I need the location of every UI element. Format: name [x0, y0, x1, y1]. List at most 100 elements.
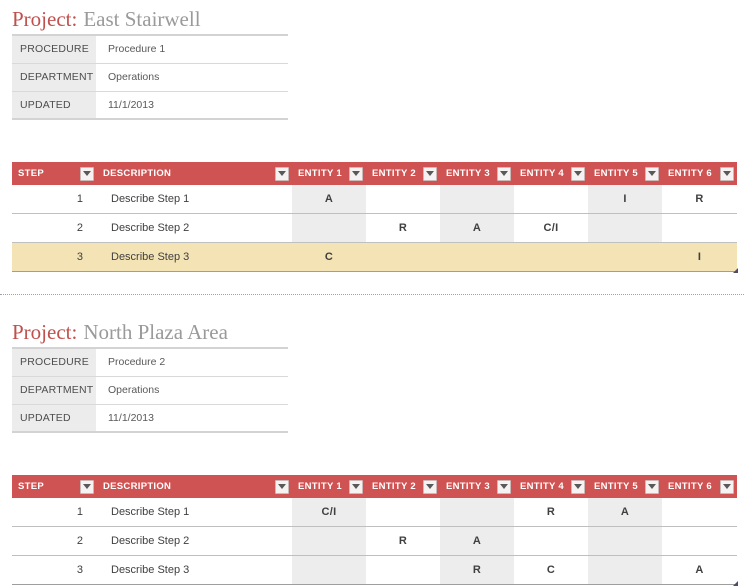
chevron-down-icon[interactable] [275, 479, 289, 494]
info-value-procedure-2[interactable]: Procedure 2 [96, 348, 288, 377]
cell-entity-6[interactable] [662, 526, 737, 556]
info-value-procedure-1[interactable]: Procedure 1 [96, 35, 288, 64]
cell-entity-3[interactable] [440, 498, 514, 527]
cell-entity-4[interactable] [514, 526, 588, 556]
column-header-description-2[interactable]: DESCRIPTION [97, 475, 292, 498]
cell-step[interactable]: 2 [12, 213, 97, 243]
cell-step[interactable]: 3 [12, 555, 97, 585]
chevron-down-icon[interactable] [349, 166, 363, 181]
cell-entity-5[interactable]: A [588, 498, 662, 527]
chevron-down-icon[interactable] [497, 479, 511, 494]
column-header-entity-6-2[interactable]: ENTITY 6 [662, 475, 737, 498]
cell-entity-1[interactable]: C/I [292, 498, 366, 527]
info-value-department-1[interactable]: Operations [96, 63, 288, 92]
cell-entity-4[interactable]: R [514, 498, 588, 527]
cell-entity-1[interactable] [292, 213, 366, 243]
project-value-2[interactable]: North Plaza Area [77, 320, 228, 344]
column-header-entity-6-1[interactable]: ENTITY 6 [662, 162, 737, 185]
cell-entity-5[interactable] [588, 213, 662, 243]
chevron-down-icon[interactable] [645, 166, 659, 181]
cell-entity-6[interactable]: I [662, 242, 737, 272]
cell-entity-1[interactable]: A [292, 185, 366, 214]
table-row-highlighted[interactable]: 3 Describe Step 3 C I [12, 242, 737, 272]
column-header-entity-1-2[interactable]: ENTITY 1 [292, 475, 366, 498]
chevron-down-icon[interactable] [720, 166, 734, 181]
cell-entity-5[interactable]: I [588, 185, 662, 214]
column-header-entity-1-1[interactable]: ENTITY 1 [292, 162, 366, 185]
info-row: DEPARTMENT Operations [12, 63, 288, 92]
cell-entity-6[interactable]: A [662, 555, 737, 585]
table-row[interactable]: 1 Describe Step 1 C/I R A [12, 498, 737, 527]
cell-entity-1[interactable] [292, 526, 366, 556]
cell-entity-1[interactable]: C [292, 242, 366, 272]
column-header-entity-4-1[interactable]: ENTITY 4 [514, 162, 588, 185]
column-header-entity-4-2[interactable]: ENTITY 4 [514, 475, 588, 498]
section-gap-2 [0, 433, 744, 475]
cell-description[interactable]: Describe Step 1 [97, 185, 292, 214]
cell-description[interactable]: Describe Step 2 [97, 526, 292, 556]
cell-description[interactable]: Describe Step 1 [97, 498, 292, 527]
info-value-updated-1[interactable]: 11/1/2013 [96, 91, 288, 120]
cell-step[interactable]: 1 [12, 498, 97, 527]
cell-entity-2[interactable] [366, 555, 440, 585]
cell-entity-6[interactable] [662, 213, 737, 243]
chevron-down-icon[interactable] [497, 166, 511, 181]
cell-step[interactable]: 3 [12, 242, 97, 272]
cell-entity-5[interactable] [588, 242, 662, 272]
cell-description[interactable]: Describe Step 3 [97, 555, 292, 585]
column-header-entity-5-2[interactable]: ENTITY 5 [588, 475, 662, 498]
chevron-down-icon[interactable] [423, 479, 437, 494]
cell-entity-3[interactable] [440, 185, 514, 214]
cell-entity-2[interactable]: R [366, 213, 440, 243]
chevron-down-icon[interactable] [80, 166, 94, 181]
cell-entity-6[interactable] [662, 498, 737, 527]
chevron-down-icon[interactable] [80, 479, 94, 494]
cell-entity-4[interactable] [514, 242, 588, 272]
resize-handle-icon[interactable] [733, 581, 738, 586]
column-header-step-1[interactable]: STEP [12, 162, 97, 185]
cell-step[interactable]: 2 [12, 526, 97, 556]
cell-entity-2[interactable] [366, 185, 440, 214]
info-value-department-2[interactable]: Operations [96, 376, 288, 405]
cell-entity-6[interactable]: R [662, 185, 737, 214]
column-header-entity-3-1[interactable]: ENTITY 3 [440, 162, 514, 185]
cell-entity-3[interactable] [440, 242, 514, 272]
cell-entity-1[interactable] [292, 555, 366, 585]
table-row[interactable]: 1 Describe Step 1 A I R [12, 185, 737, 214]
project-value-1[interactable]: East Stairwell [77, 7, 200, 31]
cell-entity-3[interactable]: A [440, 213, 514, 243]
chevron-down-icon[interactable] [571, 166, 585, 181]
info-value-updated-2[interactable]: 11/1/2013 [96, 404, 288, 433]
cell-description[interactable]: Describe Step 2 [97, 213, 292, 243]
chevron-down-icon[interactable] [423, 166, 437, 181]
column-header-step-2[interactable]: STEP [12, 475, 97, 498]
column-header-entity-2-2[interactable]: ENTITY 2 [366, 475, 440, 498]
resize-handle-icon[interactable] [733, 268, 738, 273]
info-row: UPDATED 11/1/2013 [12, 91, 288, 120]
column-header-description-1[interactable]: DESCRIPTION [97, 162, 292, 185]
chevron-down-icon[interactable] [645, 479, 659, 494]
cell-entity-4[interactable]: C/I [514, 213, 588, 243]
chevron-down-icon[interactable] [571, 479, 585, 494]
cell-entity-4[interactable] [514, 185, 588, 214]
cell-entity-3[interactable]: R [440, 555, 514, 585]
cell-entity-2[interactable] [366, 498, 440, 527]
chevron-down-icon[interactable] [720, 479, 734, 494]
column-header-entity-3-2[interactable]: ENTITY 3 [440, 475, 514, 498]
cell-entity-3[interactable]: A [440, 526, 514, 556]
info-key-department-2: DEPARTMENT [12, 376, 96, 405]
column-header-entity-5-1[interactable]: ENTITY 5 [588, 162, 662, 185]
cell-entity-4[interactable]: C [514, 555, 588, 585]
chevron-down-icon[interactable] [275, 166, 289, 181]
cell-entity-2[interactable]: R [366, 526, 440, 556]
cell-description[interactable]: Describe Step 3 [97, 242, 292, 272]
table-row[interactable]: 2 Describe Step 2 R A [12, 526, 737, 556]
cell-entity-2[interactable] [366, 242, 440, 272]
column-header-entity-2-1[interactable]: ENTITY 2 [366, 162, 440, 185]
cell-step[interactable]: 1 [12, 185, 97, 214]
table-row[interactable]: 2 Describe Step 2 R A C/I [12, 213, 737, 243]
table-row[interactable]: 3 Describe Step 3 R C A [12, 555, 737, 585]
cell-entity-5[interactable] [588, 555, 662, 585]
cell-entity-5[interactable] [588, 526, 662, 556]
chevron-down-icon[interactable] [349, 479, 363, 494]
